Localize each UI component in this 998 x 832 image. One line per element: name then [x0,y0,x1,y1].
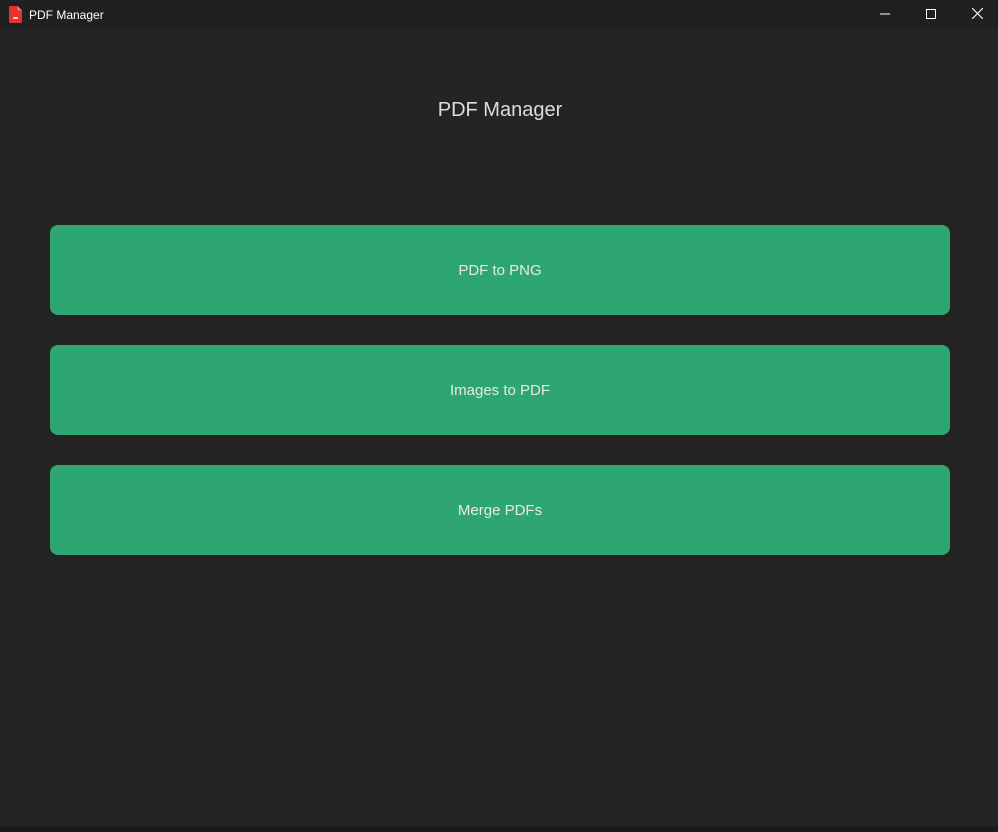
page-title: PDF Manager [437,99,563,121]
minimize-icon [880,6,890,24]
minimize-button[interactable] [862,0,908,30]
app-window: PDF Manager PDF Manager PDF to PNG Image… [0,0,998,832]
window-bottom-edge [0,826,998,832]
images-to-pdf-button[interactable]: Images to PDF [50,345,950,435]
pdf-to-png-button[interactable]: PDF to PNG [50,225,950,315]
maximize-button[interactable] [908,0,954,30]
button-label: PDF to PNG [458,261,542,279]
maximize-icon [926,6,936,24]
pdf-file-icon [9,6,22,23]
close-icon [971,6,983,24]
button-label: Merge PDFs [457,501,543,519]
button-label: Images to PDF [449,381,551,399]
title-bar[interactable]: PDF Manager [0,0,998,30]
main-content: PDF Manager PDF to PNG Images to PDF Mer… [0,30,998,832]
close-button[interactable] [954,0,998,30]
window-title: PDF Manager [29,8,104,22]
merge-pdfs-button[interactable]: Merge PDFs [50,465,950,555]
